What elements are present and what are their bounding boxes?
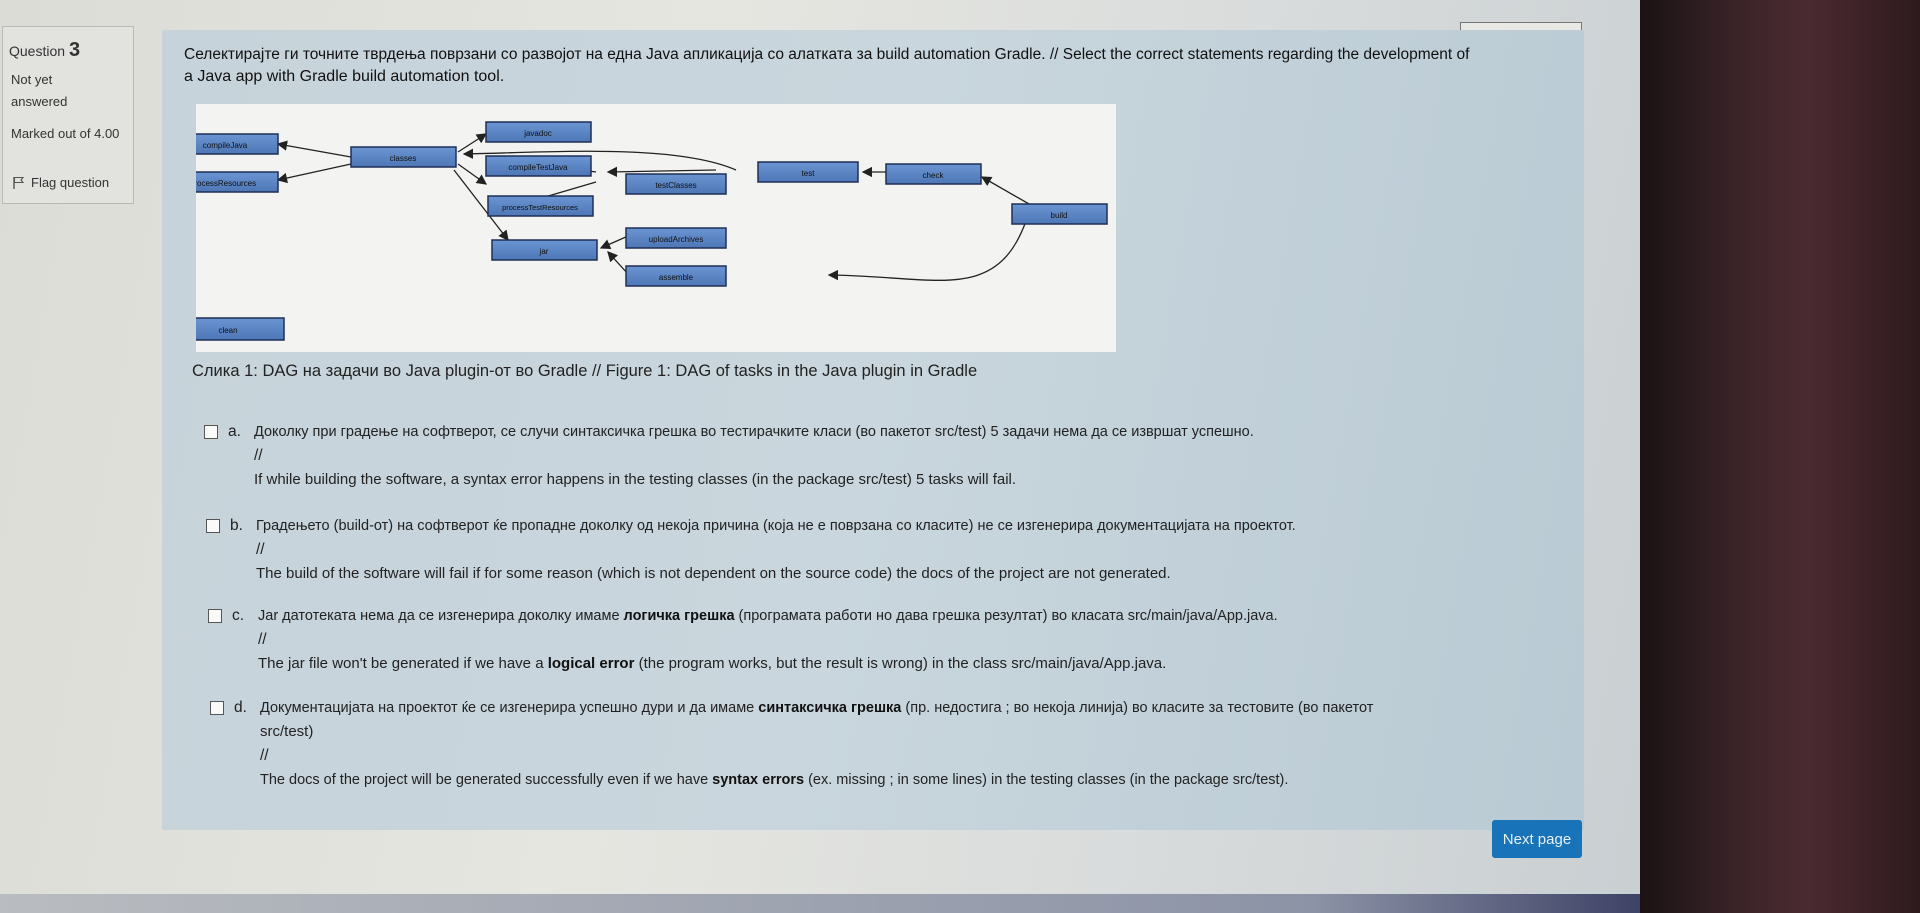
svg-text:processResources: processResources (196, 179, 256, 188)
svg-text:assemble: assemble (659, 273, 694, 282)
option-a-checkbox[interactable] (204, 425, 218, 439)
svg-text:check: check (923, 171, 945, 180)
moodle-quiz-screen: Question 3 Not yet answered Marked out o… (0, 0, 1640, 913)
question-text: Селектирајте ги точните тврдења поврзани… (184, 46, 1470, 85)
gradle-dag-figure: compileJava processResources classes jav… (167, 104, 1116, 352)
svg-text:build: build (1051, 211, 1068, 220)
svg-text:classes: classes (390, 154, 417, 163)
svg-text:javadoc: javadoc (523, 129, 552, 138)
dag-node-javadoc: javadoc (485, 121, 592, 143)
dag-node-compileTestJava: compileTestJava (485, 155, 592, 177)
dag-node-processResources: processResources (167, 171, 279, 193)
svg-text:compileTestJava: compileTestJava (508, 163, 568, 172)
dag-node-compileJava: compileJava (172, 133, 279, 155)
option-d-checkbox[interactable] (210, 701, 224, 715)
dag-node-jar: jar (491, 239, 598, 261)
dag-node-testClasses: testClasses (625, 173, 727, 195)
dag-diagram: compileJava processResources classes jav… (167, 121, 1108, 341)
svg-text:processTestResources: processTestResources (502, 203, 578, 212)
question-state: Not yet answered (11, 72, 68, 109)
svg-text:compileJava: compileJava (203, 141, 248, 150)
option-c-checkbox[interactable] (208, 609, 222, 623)
dag-node-assemble: assemble (625, 265, 727, 287)
flag-icon (13, 176, 25, 189)
option-b-checkbox[interactable] (206, 519, 220, 533)
question-number: Question 3 (9, 39, 81, 61)
dag-node-build: build (1011, 203, 1108, 225)
dag-node-check: check (885, 163, 982, 185)
flag-question-link[interactable]: Flag question (13, 175, 109, 190)
taskbar (0, 894, 1640, 913)
svg-text:clean: clean (218, 326, 237, 335)
question-info-panel: Question 3 Not yet answered Marked out o… (2, 26, 134, 204)
figure-caption: Слика 1: DAG на задачи во Java plugin-от… (192, 362, 978, 380)
flag-question-label: Flag question (31, 175, 110, 190)
dag-node-uploadArchives: uploadArchives (625, 227, 727, 249)
dag-node-processTestResources: processTestResources (487, 195, 594, 217)
svg-text:jar: jar (539, 247, 549, 256)
dag-node-test: test (757, 161, 859, 183)
question-marks: Marked out of 4.00 (11, 126, 120, 141)
background-edge (1640, 0, 1920, 913)
svg-text:uploadArchives: uploadArchives (649, 235, 704, 244)
next-page-button[interactable]: Next page (1492, 820, 1582, 858)
dag-node-clean: clean (171, 317, 285, 341)
svg-text:testClasses: testClasses (655, 181, 696, 190)
dag-node-classes: classes (350, 146, 457, 168)
svg-text:test: test (802, 169, 816, 178)
